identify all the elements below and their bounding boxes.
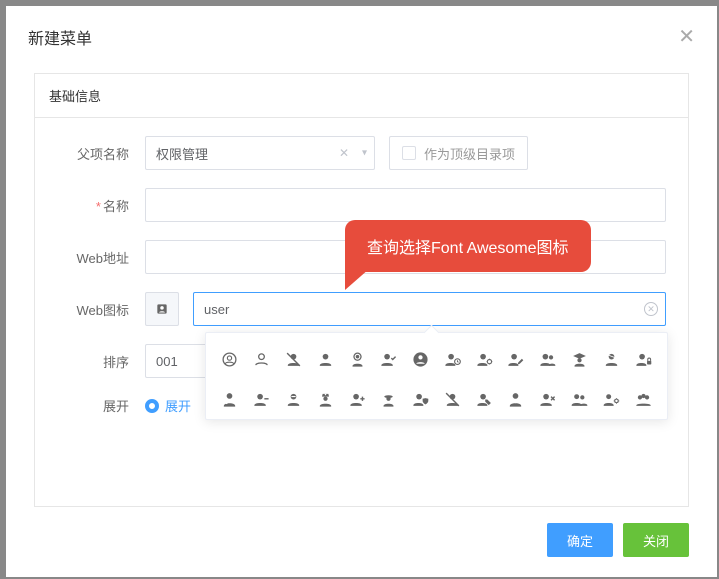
radio-icon (145, 399, 159, 413)
user-md-icon[interactable] (216, 387, 244, 411)
icon-preview-button[interactable] (145, 292, 179, 326)
user-minus-icon[interactable] (248, 387, 276, 411)
clear-circle-icon[interactable]: ✕ (644, 302, 658, 316)
id-card-icon (155, 302, 169, 316)
icon-search-input[interactable] (193, 292, 666, 326)
user-secret-icon[interactable] (375, 387, 403, 411)
label-web-icon: Web图标 (45, 300, 145, 319)
sort-input[interactable] (145, 344, 209, 378)
users-icon[interactable] (566, 387, 594, 411)
user-circle-o-icon[interactable] (216, 347, 244, 371)
user-tie-icon[interactable] (502, 387, 530, 411)
clear-icon[interactable]: ✕ (339, 146, 349, 160)
label-sort: 排序 (45, 352, 145, 371)
user-graduate-icon[interactable] (566, 347, 594, 371)
callout-tooltip: 查询选择Font Awesome图标 (345, 220, 591, 272)
user-shield-icon[interactable] (407, 387, 435, 411)
user-cog-icon[interactable] (470, 347, 498, 371)
user-edit-icon[interactable] (502, 347, 530, 371)
close-button[interactable]: 关闭 (623, 523, 689, 557)
form-body: 父项名称 ✕ ▾ 作为顶级目录项 *名称 (35, 118, 688, 435)
user-injured-icon[interactable] (597, 347, 625, 371)
icon-picker-dropdown (205, 332, 668, 420)
as-top-checkbox[interactable]: 作为顶级目录项 (389, 136, 528, 170)
user-ninja-icon[interactable] (280, 387, 308, 411)
user-clock-icon[interactable] (439, 347, 467, 371)
user-tag-icon[interactable] (470, 387, 498, 411)
row-name: *名称 (45, 188, 666, 222)
row-parent: 父项名称 ✕ ▾ 作为顶级目录项 (45, 136, 666, 170)
label-expand: 展开 (45, 396, 145, 415)
label-parent: 父项名称 (45, 144, 145, 163)
ok-button[interactable]: 确定 (547, 523, 613, 557)
expand-radio-label: 展开 (165, 396, 191, 415)
label-web-url: Web地址 (45, 248, 145, 267)
user-friends-icon[interactable] (534, 347, 562, 371)
form-panel: 基础信息 父项名称 ✕ ▾ 作为顶级目录项 *名称 (34, 73, 689, 507)
user-times-icon[interactable] (534, 387, 562, 411)
modal-title: 新建菜单 (28, 25, 92, 49)
user-astronaut-icon[interactable] (343, 347, 371, 371)
user-plus-icon[interactable] (343, 387, 371, 411)
user-circle-icon[interactable] (407, 347, 435, 371)
parent-select[interactable]: ✕ ▾ (145, 136, 375, 170)
close-icon[interactable]: ✕ (678, 24, 695, 49)
user-slash-icon[interactable] (280, 347, 308, 371)
section-title: 基础信息 (35, 74, 688, 118)
checkbox-icon (402, 146, 416, 160)
label-name: *名称 (45, 196, 145, 215)
modal-header: 新建菜单 ✕ (6, 6, 717, 63)
modal-footer: 确定 关闭 (6, 507, 717, 577)
row-web-icon: Web图标 ✕ 查询选择Font Awesome图标 (45, 292, 666, 326)
user-check-icon[interactable] (375, 347, 403, 371)
user-o-icon[interactable] (248, 347, 276, 371)
expand-radio[interactable]: 展开 (145, 396, 191, 415)
name-input[interactable] (145, 188, 666, 222)
user-nurse-icon[interactable] (311, 387, 339, 411)
user-icon[interactable] (311, 347, 339, 371)
new-menu-modal: 新建菜单 ✕ 基础信息 父项名称 ✕ ▾ 作为顶级目录项 (6, 6, 717, 577)
chevron-down-icon: ▾ (362, 148, 367, 159)
user-lock-icon[interactable] (629, 347, 657, 371)
as-top-label: 作为顶级目录项 (424, 144, 515, 163)
user-slash-alt-icon[interactable] (439, 387, 467, 411)
users-group-icon[interactable] (629, 387, 657, 411)
users-cog-icon[interactable] (597, 387, 625, 411)
